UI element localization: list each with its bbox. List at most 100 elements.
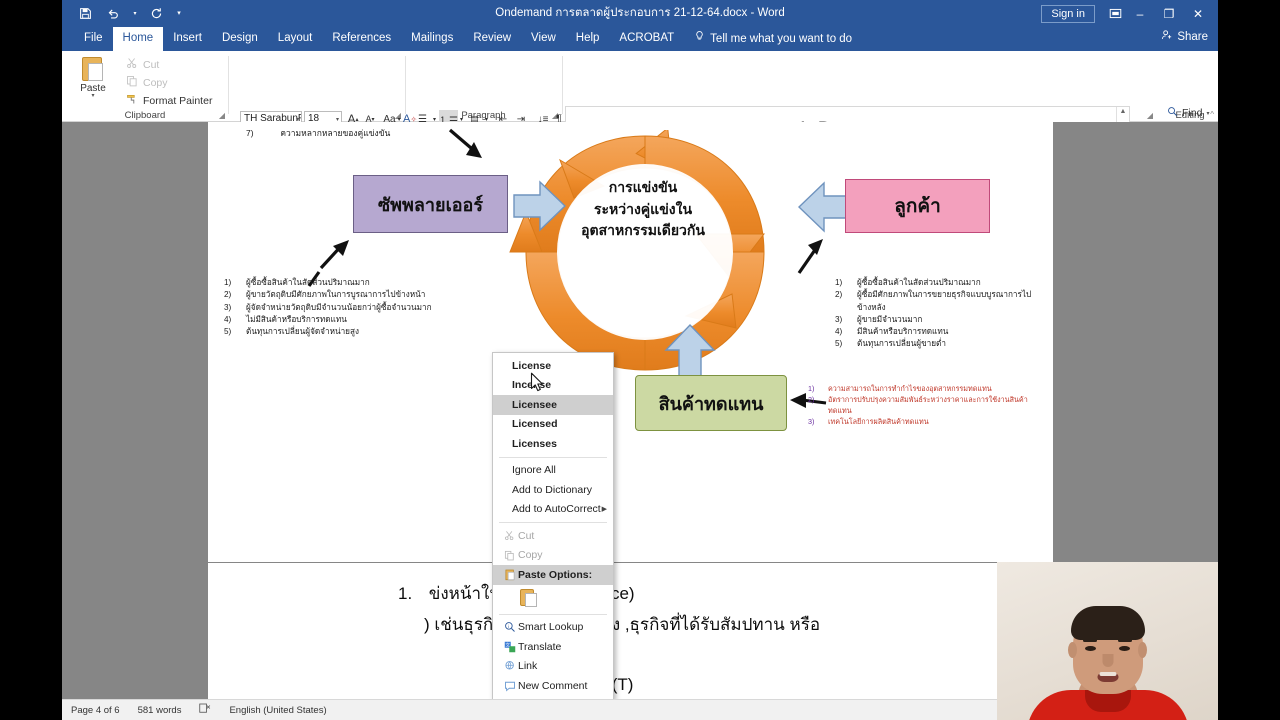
format-painter-icon xyxy=(126,93,138,108)
tab-references[interactable]: References xyxy=(322,27,401,51)
menu-item-add-to-autocorrect[interactable]: Add to AutoCorrect ▶ xyxy=(493,500,613,520)
item-text: ผู้ขายมีจำนวนมาก xyxy=(857,314,923,324)
menu-divider xyxy=(499,613,607,615)
suggestion-licenses[interactable]: Licenses xyxy=(493,434,613,454)
presenter-ear-left xyxy=(1068,642,1077,658)
cut-label: Cut xyxy=(143,58,160,71)
status-word-count[interactable]: 581 words xyxy=(129,705,191,716)
paste-dropdown-icon[interactable]: ▾ xyxy=(70,93,116,99)
status-page-number[interactable]: Page 4 of 6 xyxy=(62,705,129,716)
find-dropdown-icon[interactable]: ▾ xyxy=(1206,110,1209,117)
menu-divider xyxy=(499,456,607,458)
copy-button[interactable]: Copy xyxy=(126,75,168,90)
clipboard-icon xyxy=(501,568,518,581)
globe-link-icon xyxy=(501,660,518,672)
menu-item-label: Link xyxy=(518,660,538,673)
presenter-eye-right xyxy=(1119,646,1130,651)
tab-file[interactable]: File xyxy=(74,27,113,51)
share-label: Share xyxy=(1177,30,1208,43)
ribbon-tabs: File Home Insert Design Layout Reference… xyxy=(62,27,1218,51)
body-line-2: ) เช่นธุรกิจที่ใช้เงินลงทุนสูง ,ธุรกิจที… xyxy=(424,611,820,638)
list-item: 3) เทคโนโลยีการผลิตสินค้าทดแทน xyxy=(808,416,1046,427)
presenter-teeth xyxy=(1099,672,1116,676)
list-item: 3) ผู้จัดจำหน่ายวัตถุดิบมีจำนวนน้อยกว่าผู… xyxy=(224,302,434,314)
sign-in-button[interactable]: Sign in xyxy=(1041,4,1095,23)
ribbon-display-options-icon[interactable] xyxy=(1105,4,1125,24)
gallery-scroll-up-icon[interactable]: ▲ xyxy=(1117,108,1129,115)
clipboard-dialog-launcher[interactable]: ◢ xyxy=(219,111,225,120)
menu-item-translate[interactable]: 文 Translate xyxy=(493,637,613,657)
document-page-5[interactable]: 1. ข่งหน้าใหม่ (New Entrance) ) เช่นธุรก… xyxy=(208,563,1053,699)
mouse-cursor-icon xyxy=(530,372,543,392)
copy-icon xyxy=(126,75,138,90)
close-button[interactable]: ✕ xyxy=(1184,3,1212,25)
list-item: 4) มีสินค้าหรือบริการทดแทน xyxy=(835,326,1040,338)
item-text: ความสามารถในการทำกำไรของอุตสาหกรรมทดแทน xyxy=(828,384,992,393)
tab-acrobat[interactable]: ACROBAT xyxy=(609,27,684,51)
tab-design[interactable]: Design xyxy=(212,27,268,51)
tab-view[interactable]: View xyxy=(521,27,566,51)
scissors-icon xyxy=(126,57,138,72)
tab-home[interactable]: Home xyxy=(112,27,164,51)
suggestion-incense[interactable]: Incense xyxy=(493,376,613,396)
person-add-icon xyxy=(1161,29,1173,44)
find-button[interactable]: Find ▾ xyxy=(1167,106,1209,120)
ribbon-group-clipboard: Paste ▾ Cut Copy Format Painter Clipboar… xyxy=(62,51,228,122)
menu-item-label: Paste Options: xyxy=(518,568,593,581)
menu-item-add-to-dictionary[interactable]: Add to Dictionary xyxy=(493,480,613,500)
document-page-4[interactable]: 7) ความหลากหลายของคู่แข่งขัน การแข่งขัน … xyxy=(208,122,1053,562)
menu-item-label: Smart Lookup xyxy=(518,621,584,634)
spelling-context-menu[interactable]: License Incense Licensee Licensed Licens… xyxy=(492,352,614,699)
presenter-eye-left xyxy=(1085,646,1096,651)
tab-layout[interactable]: Layout xyxy=(268,27,323,51)
status-language[interactable]: English (United States) xyxy=(220,705,335,716)
minimize-button[interactable]: – xyxy=(1126,3,1154,25)
center-line-3: อุตสาหกรรมเดียวกัน xyxy=(581,222,705,239)
menu-divider xyxy=(499,522,607,523)
copy-icon xyxy=(501,550,518,561)
menu-item-copy: Copy xyxy=(493,546,613,566)
format-painter-button[interactable]: Format Painter xyxy=(126,93,212,108)
suggestion-license[interactable]: License xyxy=(493,356,613,376)
list-item: 1) ความสามารถในการทำกำไรของอุตสาหกรรมทดแท… xyxy=(808,383,1046,394)
item-text: ผู้ซื้อมีศักยภาพในการขยายธุรกิจแบบบูรณาก… xyxy=(857,290,1032,312)
styles-dialog-launcher[interactable]: ◢ xyxy=(1147,111,1153,120)
cut-button[interactable]: Cut xyxy=(126,57,159,72)
item-number: 5) xyxy=(835,339,843,349)
tab-insert[interactable]: Insert xyxy=(163,27,212,51)
diagram-box-substitute: สินค้าทดแทน xyxy=(635,375,787,431)
tell-me-search[interactable]: Tell me what you want to do xyxy=(684,27,852,51)
five-forces-diagram: 7) ความหลากหลายของคู่แข่งขัน การแข่งขัน … xyxy=(208,122,1053,562)
list-item: 1) ผู้ซื้อซื้อสินค้าในสัดส่วนปริมาณมาก xyxy=(835,277,1040,289)
menu-item-new-comment[interactable]: New Comment xyxy=(493,676,613,696)
suggestion-licensee[interactable]: Licensee xyxy=(493,395,613,415)
item-text: เทคโนโลยีการผลิตสินค้าทดแทน xyxy=(828,417,929,427)
presenter-hair xyxy=(1070,606,1145,640)
title-bar: ▾ ▾ Ondemand การตลาดผู้ประกอบการ 21-12-6… xyxy=(62,0,1218,27)
presenter-brow-right xyxy=(1118,639,1132,642)
arrow-pointer-topright xyxy=(448,128,482,158)
menu-item-label: New Comment xyxy=(518,679,588,692)
paste-button[interactable]: Paste ▾ xyxy=(70,55,116,99)
tab-mailings[interactable]: Mailings xyxy=(401,27,463,51)
restore-button[interactable]: ❐ xyxy=(1155,3,1183,25)
share-button[interactable]: Share xyxy=(1161,29,1208,44)
tab-review[interactable]: Review xyxy=(463,27,521,51)
status-proofing[interactable] xyxy=(190,703,220,717)
menu-item-link[interactable]: Link xyxy=(493,657,613,677)
suggestion-licensed[interactable]: Licensed xyxy=(493,415,613,435)
item-number: 4) xyxy=(835,327,843,337)
collapse-ribbon-icon[interactable]: ^ xyxy=(1210,110,1214,119)
tab-help[interactable]: Help xyxy=(566,27,610,51)
search-icon xyxy=(1167,106,1178,120)
chevron-arrow-left xyxy=(797,181,851,233)
list-item: 1) ผู้ซื้อซื้อสินค้าในสัดส่วนปริมาณมาก xyxy=(224,277,434,289)
paste-option-keep-source[interactable] xyxy=(493,585,613,611)
menu-item-smart-lookup[interactable]: i Smart Lookup xyxy=(493,618,613,638)
note-text: ความหลากหลายของคู่แข่งขัน xyxy=(280,128,391,138)
webcam-overlay xyxy=(997,562,1218,720)
paste-keep-source-icon xyxy=(520,588,539,608)
item-text: อัตราการปรับปรุงความสัมพันธ์ระหว่างราคาแ… xyxy=(828,395,1028,416)
paste-icon xyxy=(80,55,106,82)
menu-item-ignore-all[interactable]: Ignore All xyxy=(493,461,613,481)
